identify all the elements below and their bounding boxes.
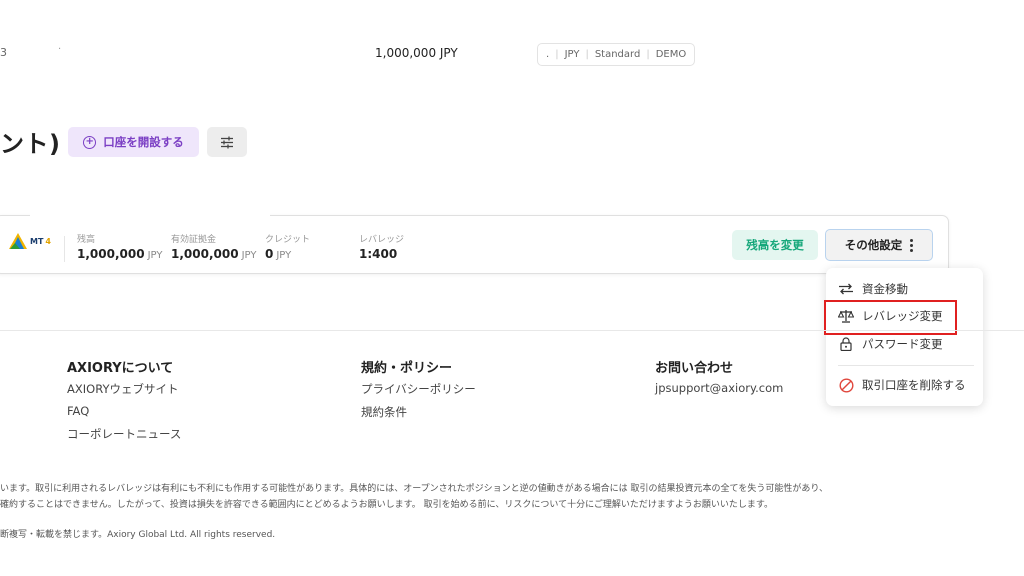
pill-mode: DEMO: [655, 49, 687, 60]
menu-item-label: 取引口座を削除する: [862, 378, 966, 392]
transfer-arrows-icon: [838, 282, 854, 296]
plus-circle-icon: +: [83, 135, 97, 149]
footer-divider: [0, 330, 1024, 331]
stat-unit: JPY: [241, 250, 257, 261]
mt4-logo: MT 4: [8, 232, 51, 250]
lock-icon: [838, 337, 854, 351]
footer-link-faq[interactable]: FAQ: [67, 404, 89, 418]
stat-label: クレジット: [265, 235, 311, 244]
menu-item-label: 資金移動: [862, 282, 908, 296]
stat-value: 1,000,000: [171, 247, 239, 261]
account-info-pill: . | JPY | Standard | DEMO: [537, 43, 696, 66]
pill-currency: JPY: [564, 49, 580, 60]
footer-link-terms[interactable]: 規約条件: [361, 404, 407, 420]
pill-lead: .: [546, 49, 550, 60]
disclaimer-line: います。取引に利用されるレバレッジは有利にも不利にも作用する可能性があります。具…: [0, 484, 828, 494]
card-separator: [64, 236, 65, 262]
stat-balance: 残高 1,000,000 JPY: [77, 232, 162, 261]
top-account-fragment: 3: [0, 46, 7, 59]
filter-button[interactable]: [207, 127, 247, 157]
open-account-label: 口座を開設する: [103, 135, 184, 149]
menu-divider: [838, 365, 974, 366]
menu-item-transfer[interactable]: 資金移動: [838, 281, 908, 297]
sliders-icon: [221, 136, 233, 148]
stat-value: 0: [265, 247, 274, 261]
open-account-button[interactable]: + 口座を開設する: [68, 127, 199, 157]
stat-label: 残高: [77, 235, 96, 244]
prohibited-icon: [838, 377, 854, 393]
other-settings-button[interactable]: その他設定: [825, 229, 933, 261]
platform-text: MT: [30, 236, 44, 246]
other-settings-label: その他設定: [844, 238, 903, 252]
platform-version: 4: [45, 236, 51, 246]
pill-account-type: Standard: [594, 49, 641, 60]
kebab-icon: [910, 238, 914, 252]
stat-unit: JPY: [276, 250, 292, 261]
footer-title-contact: お問い合わせ: [655, 361, 734, 376]
footer-link-email[interactable]: jpsupport@axiory.com: [655, 381, 783, 395]
footer-title-about: AXIORYについて: [67, 361, 174, 376]
stat-label: レバレッジ: [359, 235, 405, 244]
stat-label: 有効証拠金: [171, 235, 217, 244]
change-balance-button[interactable]: 残高を変更: [732, 230, 818, 260]
stat-equity: 有効証拠金 1,000,000 JPY: [171, 232, 256, 261]
footer-link-privacy[interactable]: プライバシーポリシー: [361, 381, 476, 397]
disclaimer-line: 確約することはできません。したがって、投資は損失を許容できる範囲内にとどめるよう…: [0, 500, 773, 510]
footer-title-policy: 規約・ポリシー: [361, 361, 453, 376]
footer-link-website[interactable]: AXIORYウェブサイト: [67, 381, 178, 397]
top-balance: 1,000,000 JPY: [375, 46, 458, 60]
menu-item-delete-account[interactable]: 取引口座を削除する: [838, 377, 966, 393]
stat-credit: クレジット 0 JPY: [265, 232, 310, 261]
stat-value: 1,000,000: [77, 247, 145, 261]
menu-item-password[interactable]: パスワード変更: [838, 336, 943, 352]
copyright: 断複写・転載を禁じます。Axiory Global Ltd. All right…: [0, 530, 276, 540]
mt4-triangle-icon: [9, 233, 27, 249]
stat-unit: JPY: [147, 250, 163, 261]
page-title: ント): [0, 130, 61, 158]
top-dot: ·: [58, 44, 62, 55]
card-overlay: [30, 212, 270, 218]
menu-item-label: パスワード変更: [862, 337, 943, 351]
footer-link-news[interactable]: コーポレートニュース: [67, 426, 181, 442]
stat-value: 1:400: [359, 247, 398, 261]
stat-leverage: レバレッジ 1:400: [359, 232, 404, 261]
